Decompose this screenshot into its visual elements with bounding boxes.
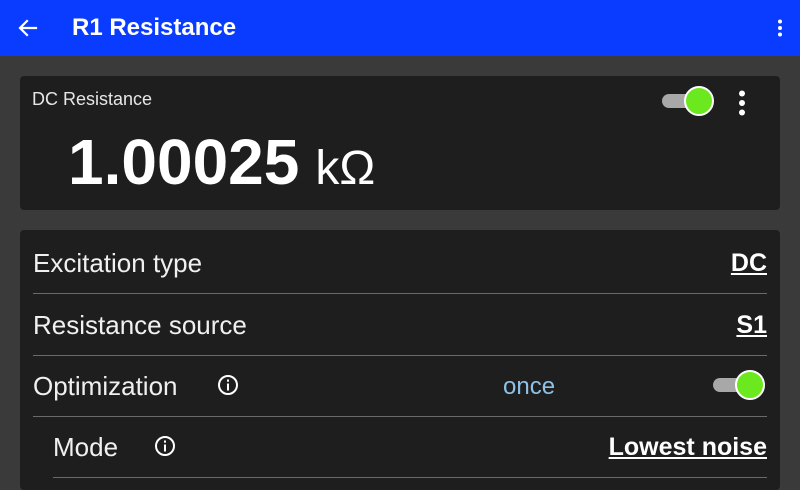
back-button[interactable] xyxy=(12,12,44,44)
reading-value: 1.00025 kΩ xyxy=(68,126,375,205)
reading-label: DC Resistance xyxy=(32,89,153,109)
reading-enable-toggle[interactable] xyxy=(660,86,716,116)
arrow-left-icon xyxy=(18,19,38,37)
excitation-type-selector[interactable]: DC xyxy=(731,248,767,278)
info-icon[interactable] xyxy=(154,435,176,457)
more-vertical-icon xyxy=(739,90,745,116)
row-label: Mode xyxy=(53,432,119,462)
reading-card: DC Resistance 1.00025 kΩ xyxy=(20,76,780,210)
optimization-status: once xyxy=(503,373,556,400)
resistance-source-selector[interactable]: S1 xyxy=(736,310,767,340)
mode-selector[interactable]: Lowest noise xyxy=(609,432,767,462)
optimization-toggle[interactable] xyxy=(711,370,767,400)
toggle-knob xyxy=(735,370,765,400)
settings-row-mode: Mode Lowest noise xyxy=(53,416,767,478)
settings-row-optimization: Optimization once xyxy=(33,355,767,417)
row-label: Excitation type xyxy=(33,248,203,278)
more-vertical-icon xyxy=(778,19,782,37)
overflow-menu-button[interactable] xyxy=(768,12,792,44)
reading-menu-button[interactable] xyxy=(732,88,752,118)
row-label: Optimization xyxy=(33,371,178,401)
reading-unit: kΩ xyxy=(315,142,376,195)
settings-row-resistance-source: Resistance source S1 xyxy=(33,294,767,356)
reading-number: 1.00025 xyxy=(68,126,300,198)
row-label: Resistance source xyxy=(33,310,247,340)
app-bar: R1 Resistance xyxy=(0,0,800,56)
settings-row-excitation-type: Excitation type DC xyxy=(33,232,767,294)
settings-card: Excitation type DC Resistance source S1 … xyxy=(20,230,780,490)
toggle-knob xyxy=(684,86,714,116)
page-title: R1 Resistance xyxy=(72,14,237,41)
info-icon[interactable] xyxy=(217,374,239,396)
